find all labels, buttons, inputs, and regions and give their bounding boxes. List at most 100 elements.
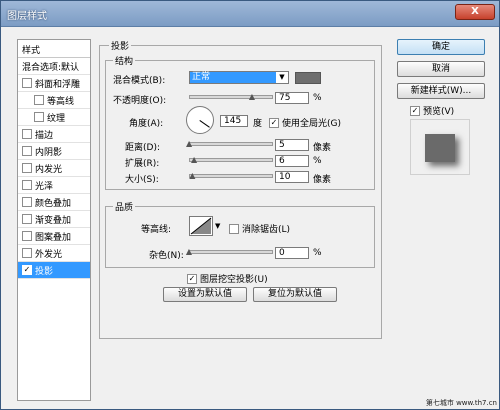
- ok-button[interactable]: 确定: [397, 39, 485, 55]
- global-light-option[interactable]: ✓ 使用全局光(G): [269, 116, 341, 129]
- style-item-label: 光泽: [35, 181, 54, 192]
- preview-label: 预览(V): [423, 107, 455, 117]
- antialias-option[interactable]: 消除锯齿(L): [229, 222, 290, 235]
- style-item-label: 描边: [35, 130, 54, 141]
- noise-slider[interactable]: ▲: [186, 248, 273, 256]
- layer-style-dialog: 图层样式 X 样式 混合选项:默认斜面和浮雕等高线 纹理描边内阴影内发光光泽颜色叠…: [0, 0, 500, 410]
- style-item-label: 颜色叠加: [35, 198, 72, 209]
- window-title: 图层样式: [7, 11, 47, 22]
- size-slider-thumb[interactable]: ▲: [189, 172, 196, 180]
- quality-group: [105, 206, 375, 268]
- preview-checkbox[interactable]: ✓: [410, 105, 420, 116]
- style-item-checkbox[interactable]: [22, 248, 32, 258]
- style-item[interactable]: 光泽: [18, 177, 90, 194]
- spread-input[interactable]: 6: [275, 155, 309, 167]
- distance-slider-thumb[interactable]: ▲: [186, 140, 193, 148]
- contour-curve-icon: [190, 217, 212, 235]
- style-item[interactable]: 描边: [18, 126, 90, 143]
- style-item[interactable]: 颜色叠加: [18, 194, 90, 211]
- opacity-slider-track: [189, 95, 273, 99]
- antialias-checkbox[interactable]: [229, 223, 239, 234]
- spread-slider[interactable]: ▲: [189, 156, 273, 164]
- spread-slider-track: [189, 158, 273, 162]
- style-item-checkbox[interactable]: ✓: [22, 265, 32, 275]
- preview-option[interactable]: ✓ 预览(V): [410, 104, 454, 117]
- opacity-slider[interactable]: ▲: [189, 93, 273, 101]
- distance-unit: 像素: [313, 143, 332, 153]
- style-item-checkbox[interactable]: [22, 180, 32, 190]
- style-item-label: 内发光: [35, 164, 63, 175]
- style-item[interactable]: 渐变叠加: [18, 211, 90, 228]
- angle-dial[interactable]: [186, 106, 214, 134]
- style-item[interactable]: 混合选项:默认: [18, 58, 90, 75]
- blend-mode-label: 混合模式(B):: [113, 76, 166, 86]
- style-item-checkbox[interactable]: [22, 231, 32, 241]
- style-item[interactable]: 等高线: [18, 92, 90, 109]
- distance-slider[interactable]: ▲: [186, 140, 273, 148]
- drop-shadow-title: 投影: [109, 39, 132, 52]
- angle-unit: 度: [253, 119, 263, 129]
- style-item-checkbox[interactable]: [22, 163, 32, 173]
- watermark: 第七城市 www.th7.cn: [425, 399, 497, 407]
- angle-input[interactable]: 145: [220, 115, 248, 127]
- style-preview: [410, 119, 470, 175]
- style-item-label: 混合选项:默认: [22, 62, 80, 73]
- style-item[interactable]: 斜面和浮雕: [18, 75, 90, 92]
- spread-unit: %: [313, 156, 322, 166]
- make-default-button[interactable]: 设置为默认值: [163, 287, 247, 302]
- blend-mode-select[interactable]: 正常 ▼: [189, 71, 289, 84]
- preview-swatch: [425, 134, 455, 162]
- shadow-color-swatch[interactable]: [295, 72, 321, 84]
- style-item-label: 图案叠加: [35, 232, 72, 243]
- size-label: 大小(S):: [125, 175, 159, 185]
- noise-slider-track: [189, 250, 273, 254]
- close-button[interactable]: X: [455, 4, 495, 20]
- style-item[interactable]: 纹理: [18, 109, 90, 126]
- style-item[interactable]: 内阴影: [18, 143, 90, 160]
- noise-slider-thumb[interactable]: ▲: [186, 248, 193, 256]
- opacity-unit: %: [313, 93, 322, 103]
- styles-list: 样式 混合选项:默认斜面和浮雕等高线 纹理描边内阴影内发光光泽颜色叠加渐变叠加图案…: [17, 39, 91, 401]
- distance-slider-track: [189, 142, 273, 146]
- cancel-button[interactable]: 取消: [397, 61, 485, 77]
- style-item-label: 投影: [35, 266, 54, 277]
- opacity-slider-thumb[interactable]: ▲: [249, 93, 256, 101]
- style-item-checkbox[interactable]: [22, 214, 32, 224]
- contour-picker[interactable]: [189, 216, 213, 236]
- size-slider-track: [189, 174, 273, 178]
- opacity-input[interactable]: 75: [275, 92, 309, 104]
- distance-label: 距离(D):: [125, 143, 160, 153]
- new-style-button[interactable]: 新建样式(W)...: [397, 83, 485, 99]
- size-slider[interactable]: ▲: [189, 172, 273, 180]
- blend-mode-value: 正常: [190, 72, 276, 83]
- style-item-checkbox[interactable]: [34, 95, 44, 105]
- title-bar: 图层样式 X: [1, 1, 499, 27]
- style-item-checkbox[interactable]: [34, 112, 44, 122]
- style-item[interactable]: 图案叠加: [18, 228, 90, 245]
- knockout-checkbox[interactable]: ✓: [187, 273, 197, 284]
- quality-title: 品质: [113, 200, 136, 213]
- reset-default-button[interactable]: 复位为默认值: [253, 287, 337, 302]
- antialias-label: 消除锯齿(L): [242, 225, 291, 235]
- noise-label: 杂色(N):: [149, 251, 184, 261]
- style-item-checkbox[interactable]: [22, 146, 32, 156]
- style-item-label: 渐变叠加: [35, 215, 72, 226]
- style-item-checkbox[interactable]: [22, 197, 32, 207]
- size-input[interactable]: 10: [275, 171, 309, 183]
- style-item-checkbox[interactable]: [22, 78, 32, 88]
- distance-input[interactable]: 5: [275, 139, 309, 151]
- knockout-option[interactable]: ✓ 图层挖空投影(U): [187, 272, 268, 285]
- global-light-checkbox[interactable]: ✓: [269, 117, 279, 128]
- angle-label: 角度(A):: [129, 119, 164, 129]
- style-item[interactable]: 内发光: [18, 160, 90, 177]
- style-item[interactable]: 外发光: [18, 245, 90, 262]
- noise-input[interactable]: 0: [275, 247, 309, 259]
- style-item-checkbox[interactable]: [22, 129, 32, 139]
- style-item-label: 内阴影: [35, 147, 63, 158]
- contour-chevron-down-icon[interactable]: ▼: [215, 222, 220, 230]
- style-item-label: 斜面和浮雕: [35, 79, 81, 90]
- styles-header[interactable]: 样式: [18, 40, 90, 58]
- spread-label: 扩展(R):: [125, 159, 160, 169]
- spread-slider-thumb[interactable]: ▲: [191, 156, 198, 164]
- style-item[interactable]: ✓ 投影: [18, 262, 90, 279]
